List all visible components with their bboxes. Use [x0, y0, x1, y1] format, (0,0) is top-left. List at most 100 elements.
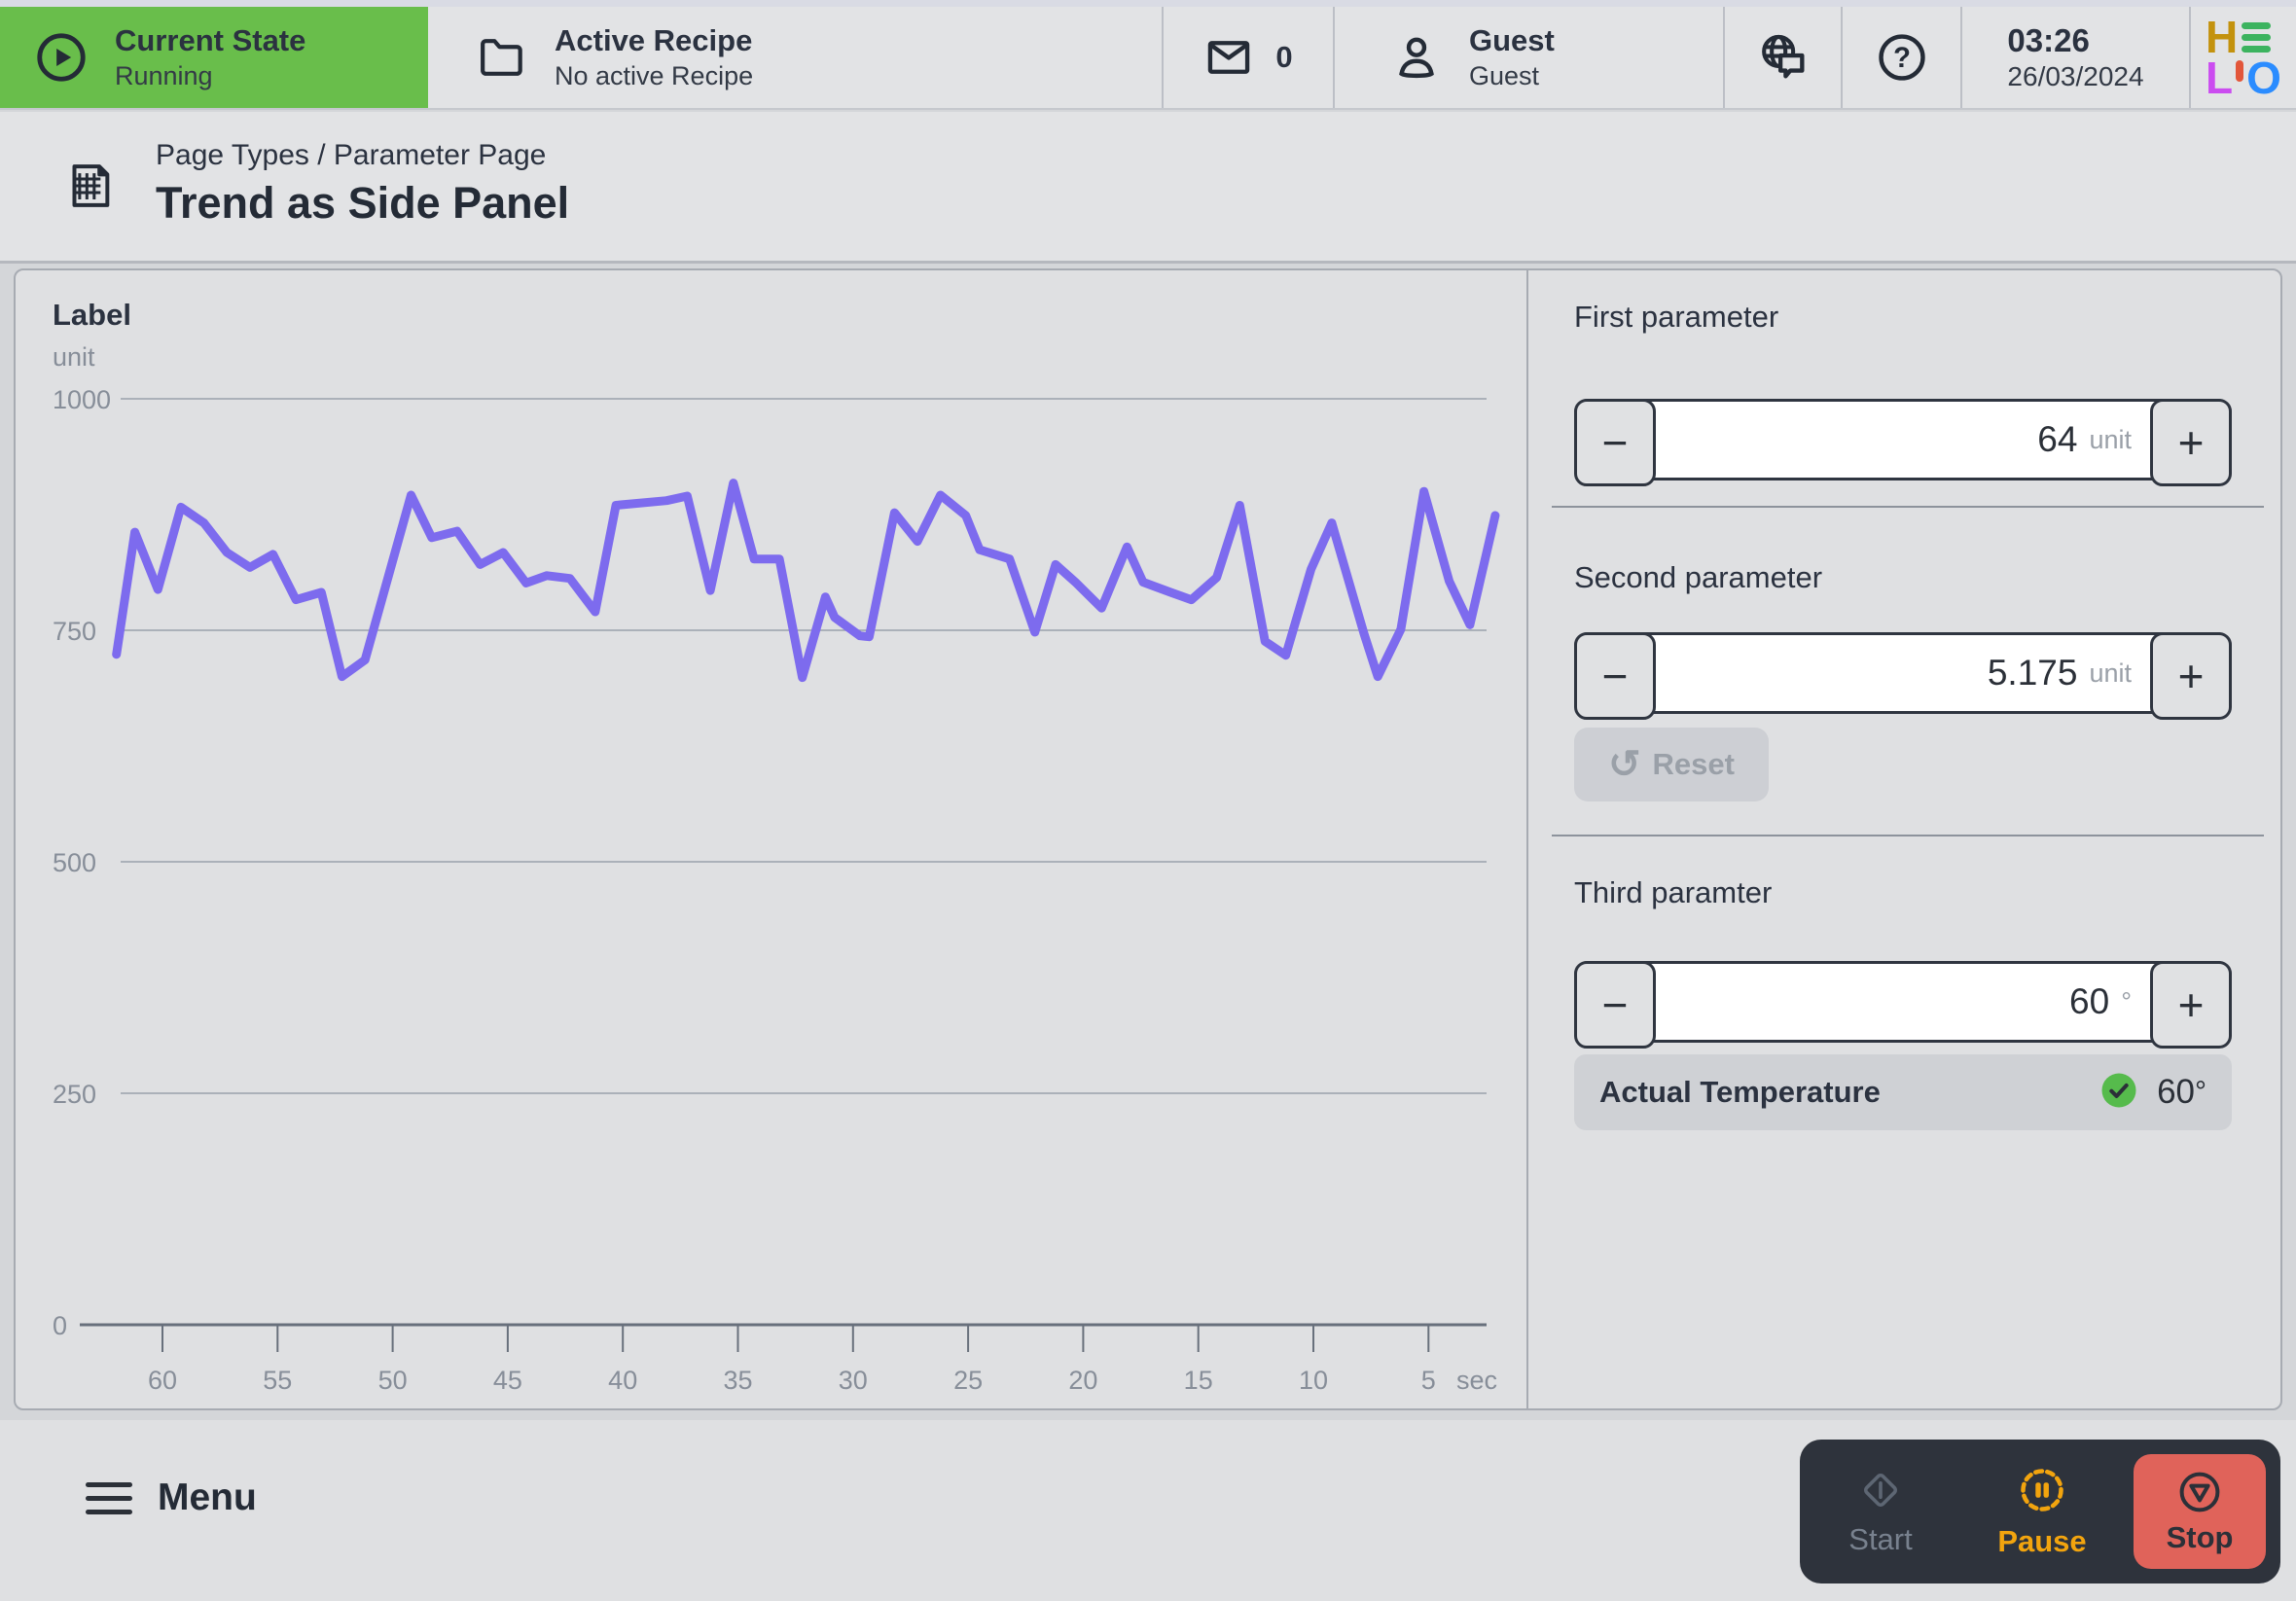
section-divider — [1552, 506, 2264, 508]
reset-label: Reset — [1652, 747, 1735, 781]
help-button[interactable]: ? — [1841, 7, 1960, 108]
start-icon — [1857, 1467, 1904, 1518]
active-recipe-title: Active Recipe — [555, 22, 753, 57]
parameter-page-icon — [64, 159, 119, 218]
svg-text:5: 5 — [1421, 1366, 1436, 1395]
hamburger-icon — [86, 1481, 132, 1514]
start-label: Start — [1848, 1521, 1913, 1556]
logo-letter-e-bars — [2242, 21, 2272, 53]
third-parameter-label: Third paramter — [1574, 875, 1773, 909]
pause-label: Pause — [1997, 1523, 2087, 1558]
second-parameter-unit: unit — [2089, 658, 2132, 688]
svg-text:25: 25 — [953, 1366, 983, 1395]
first-parameter-decrement-button[interactable]: − — [1574, 399, 1656, 486]
brand-logo: H L O — [2189, 7, 2296, 108]
svg-text:1000: 1000 — [53, 385, 111, 414]
pause-button[interactable]: Pause — [1961, 1465, 2123, 1559]
stop-label: Stop — [2166, 1519, 2234, 1554]
second-parameter-decrement-button[interactable]: − — [1574, 632, 1656, 720]
clock: 03:26 26/03/2024 — [1960, 7, 2189, 108]
messages-count: 0 — [1275, 40, 1293, 74]
help-icon: ? — [1875, 30, 1929, 85]
actual-temperature-row: Actual Temperature 60 ° — [1574, 1054, 2232, 1130]
check-circle-icon — [2099, 1070, 2139, 1116]
date-value: 26/03/2024 — [2007, 61, 2144, 92]
svg-text:45: 45 — [493, 1366, 522, 1395]
user-title: Guest — [1469, 22, 1555, 57]
svg-text:20: 20 — [1068, 1366, 1097, 1395]
svg-text:60: 60 — [148, 1366, 177, 1395]
menu-button[interactable]: Menu — [86, 1476, 257, 1519]
second-parameter-value: 5.175 — [1987, 653, 2078, 693]
breadcrumb[interactable]: Page Types / Parameter Page — [156, 139, 546, 172]
stop-icon — [2176, 1469, 2223, 1518]
third-parameter-increment-button[interactable]: + — [2150, 961, 2232, 1049]
first-parameter-input[interactable]: 64 unit — [1665, 402, 2132, 478]
actual-temperature-value: 60 — [2157, 1073, 2195, 1111]
logo-letter-h: H — [2206, 12, 2239, 62]
svg-text:30: 30 — [839, 1366, 868, 1395]
stop-button[interactable]: Stop — [2134, 1454, 2266, 1569]
menu-label: Menu — [158, 1476, 257, 1518]
first-parameter-stepper: − 64 unit + — [1574, 399, 2232, 486]
svg-text:35: 35 — [723, 1366, 752, 1395]
top-strip — [0, 0, 2296, 7]
third-parameter-decrement-button[interactable]: − — [1574, 961, 1656, 1049]
current-state-title: Current State — [115, 22, 306, 57]
svg-text:sec: sec — [1456, 1366, 1497, 1395]
second-parameter-label: Second parameter — [1574, 560, 1823, 594]
second-parameter-increment-button[interactable]: + — [2150, 632, 2232, 720]
svg-text:unit: unit — [53, 342, 95, 372]
second-parameter-input[interactable]: 5.175 unit — [1665, 635, 2132, 711]
pause-icon — [2017, 1465, 2067, 1520]
svg-text:55: 55 — [263, 1366, 292, 1395]
footer-bar: Menu Start Pause Stop — [0, 1420, 2296, 1601]
active-recipe-button[interactable]: Active Recipe No active Recipe — [428, 7, 1162, 108]
svg-text:15: 15 — [1184, 1366, 1213, 1395]
second-parameter-stepper: − 5.175 unit + — [1574, 632, 2232, 720]
third-parameter-stepper: − 60 ° + — [1574, 961, 2232, 1049]
third-parameter-value: 60 — [2069, 981, 2110, 1021]
svg-text:250: 250 — [53, 1080, 96, 1109]
section-divider — [1552, 835, 2264, 836]
active-recipe-value: No active Recipe — [555, 60, 754, 90]
messages-button[interactable]: 0 — [1162, 7, 1333, 108]
globe-chat-icon — [1755, 29, 1812, 86]
user-role: Guest — [1469, 60, 1540, 90]
header-bar: Current State Running Active Recipe No a… — [0, 7, 2296, 110]
first-parameter-unit: unit — [2089, 424, 2132, 454]
svg-text:?: ? — [1893, 43, 1911, 74]
main-panel: Label unit 1000 750 500 250 0 60 55 50 45 40 35 30 25 2… — [14, 268, 2282, 1410]
first-parameter-increment-button[interactable]: + — [2150, 399, 2232, 486]
svg-text:10: 10 — [1299, 1366, 1328, 1395]
svg-text:Label: Label — [53, 298, 131, 332]
page-header: Page Types / Parameter Page Trend as Sid… — [0, 112, 2296, 264]
current-state-value: Running — [115, 60, 213, 90]
actual-temperature-unit: ° — [2195, 1076, 2206, 1108]
logo-letter-o: O — [2246, 53, 2281, 103]
reset-icon: ↺ — [1608, 743, 1641, 786]
current-state-button[interactable]: Current State Running — [0, 7, 428, 108]
parameter-side-panel: First parameter − 64 unit + Second param… — [1526, 270, 2280, 1408]
first-parameter-label: First parameter — [1574, 300, 1779, 334]
logo-accent — [2236, 60, 2244, 82]
reset-button[interactable]: ↺ Reset — [1574, 728, 1769, 801]
user-button[interactable]: Guest Guest — [1333, 7, 1723, 108]
page-title: Trend as Side Panel — [156, 178, 570, 228]
language-button[interactable] — [1723, 7, 1841, 108]
logo-letter-l: L — [2206, 53, 2234, 103]
hmi-screen: Current State Running Active Recipe No a… — [0, 0, 2296, 1601]
trend-chart-svg: Label unit 1000 750 500 250 0 60 55 50 45 40 35 30 25 2… — [53, 298, 1500, 1395]
svg-text:750: 750 — [53, 617, 96, 646]
time-value: 03:26 — [2007, 21, 2090, 58]
start-button[interactable]: Start — [1800, 1467, 1961, 1557]
third-parameter-unit: ° — [2121, 986, 2132, 1016]
third-parameter-input[interactable]: 60 ° — [1665, 964, 2132, 1040]
machine-control-bar: Start Pause Stop — [1800, 1440, 2280, 1583]
user-icon — [1389, 30, 1444, 85]
svg-text:0: 0 — [53, 1311, 67, 1340]
mail-icon — [1203, 32, 1254, 83]
svg-text:500: 500 — [53, 848, 96, 877]
first-parameter-value: 64 — [2037, 419, 2078, 459]
svg-text:40: 40 — [608, 1366, 637, 1395]
